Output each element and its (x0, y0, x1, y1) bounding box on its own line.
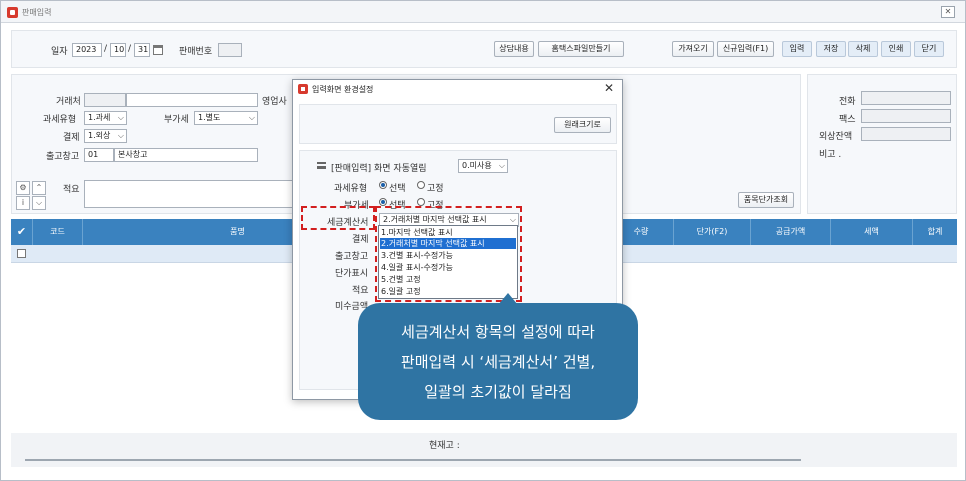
title-bar: 판매입력 ✕ (1, 1, 965, 23)
vat-fixed-radio[interactable] (417, 198, 425, 206)
horizontal-scrollbar[interactable] (25, 459, 801, 461)
month-input[interactable]: 10 (110, 43, 126, 57)
dlg-tax-type-label: 과세유형 (334, 184, 368, 194)
customer-name-input[interactable] (126, 93, 258, 107)
hometax-file-button[interactable]: 홈택스파일만들기 (538, 41, 624, 57)
dlg-memo-label: 적요 (352, 286, 369, 296)
fax-label: 팩스 (839, 115, 856, 125)
auto-open-select[interactable]: 0.미사용 ⌵ (458, 159, 508, 173)
consult-button[interactable]: 상담내용 (494, 41, 534, 57)
callout-line: 세금계산서 항목의 설정에 따라 (401, 323, 595, 341)
sale-no-label: 판매번호 (179, 47, 213, 57)
dialog-top-panel: 원래크기로 (299, 104, 617, 144)
list-icon (317, 162, 326, 169)
input-button[interactable]: 입력 (782, 41, 812, 57)
restore-size-button[interactable]: 원래크기로 (554, 117, 611, 133)
date-sep: / (104, 44, 108, 54)
chevron-down-icon: ⌵ (248, 113, 255, 122)
warehouse-code-input[interactable]: 01 (84, 148, 114, 162)
tax-type-fixed-radio[interactable] (417, 181, 425, 189)
dlg-warehouse-label: 출고창고 (335, 252, 369, 262)
memo-label: 적요 (63, 185, 80, 195)
vat-select-radio[interactable] (379, 198, 387, 206)
warehouse-name-input[interactable]: 본사창고 (114, 148, 258, 162)
chevron-down-icon: ⌵ (117, 113, 124, 122)
tax-type-label: 과세유형 (43, 115, 77, 125)
footer-panel: 현재고 : (11, 433, 957, 467)
tax-type-select[interactable]: 1.과세 ⌵ (84, 111, 127, 125)
callout-line: 판매입력 시 ‘세금계산서’ 건별, (400, 353, 596, 371)
memo-input[interactable] (84, 180, 294, 208)
new-entry-button[interactable]: 신규입력(F1) (717, 41, 774, 57)
dialog-title-bar: 입력화면 환경설정 ✕ (293, 80, 622, 98)
settle-value: 1.외상 (88, 131, 111, 140)
customer-label: 거래처 (56, 97, 81, 107)
item-price-button[interactable]: 품목단가조회 (738, 192, 794, 208)
calendar-icon[interactable] (153, 45, 163, 55)
callout-line: 일괄의 초기값이 달라짐 (424, 383, 572, 401)
save-button[interactable]: 저장 (816, 41, 846, 57)
highlight-invoice-label (301, 206, 375, 230)
chevron-down-icon: ⌵ (498, 161, 505, 170)
row-checkbox[interactable] (17, 249, 26, 258)
tax-type-value: 1.과세 (88, 113, 111, 122)
chevron-up-icon[interactable]: ⌃ (32, 181, 46, 195)
warehouse-label: 출고창고 (46, 152, 80, 162)
vat-label: 부가세 (164, 115, 189, 125)
date-label: 일자 (51, 47, 68, 57)
app-logo-icon (298, 84, 308, 94)
phone-label: 전화 (839, 97, 856, 107)
highlight-invoice-dropdown (375, 206, 522, 302)
auto-open-value: 0.미사용 (462, 161, 492, 170)
vat-value: 1.별도 (198, 113, 221, 122)
col-tax[interactable]: 세액 (831, 219, 913, 245)
import-button[interactable]: 가져오기 (672, 41, 714, 57)
window-close-icon[interactable]: ✕ (941, 6, 955, 18)
stock-label: 현재고 : (429, 441, 460, 451)
day-input[interactable]: 31 (134, 43, 150, 57)
dlg-price-display-label: 단가표시 (335, 269, 369, 279)
callout-bubble: 세금계산서 항목의 설정에 따라 판매입력 시 ‘세금계산서’ 건별, 일괄의 … (358, 293, 638, 420)
col-supply-amount[interactable]: 공급가액 (751, 219, 831, 245)
settle-label: 결제 (63, 133, 80, 143)
year-input[interactable]: 2023 (72, 43, 102, 57)
print-button[interactable]: 인쇄 (881, 41, 911, 57)
gear-icon[interactable]: ⚙ (16, 181, 30, 195)
col-code[interactable]: 코드 (33, 219, 83, 245)
close-button[interactable]: 닫기 (914, 41, 944, 57)
date-sep: / (128, 44, 132, 54)
customer-code-input[interactable] (84, 93, 126, 107)
radio-fixed-label: 고정 (427, 184, 444, 194)
info-icon[interactable]: i (16, 196, 30, 210)
dlg-settle-label: 결제 (352, 235, 369, 245)
close-icon[interactable]: ✕ (604, 81, 614, 95)
select-all-check-icon[interactable]: ✔ (11, 219, 33, 245)
delete-button[interactable]: 삭제 (848, 41, 878, 57)
note-label: 비고 . (819, 150, 842, 160)
tax-type-select-radio[interactable] (379, 181, 387, 189)
sale-no-input[interactable] (218, 43, 242, 57)
main-window: 판매입력 ✕ 일자 2023 / 10 / 31 판매번호 상담내용 홈택스파일… (0, 0, 966, 481)
chevron-down-icon[interactable]: ⌵ (32, 196, 46, 210)
app-logo-icon (7, 7, 18, 18)
col-total[interactable]: 합계 (913, 219, 957, 245)
balance-label: 외상잔액 (819, 132, 853, 142)
window-title: 판매입력 (22, 8, 52, 17)
settle-select[interactable]: 1.외상 ⌵ (84, 129, 127, 143)
sales-rep-label: 영업사 (262, 97, 287, 107)
auto-open-label: [판매입력] 화면 자동열림 (331, 164, 427, 174)
vat-select[interactable]: 1.별도 ⌵ (194, 111, 258, 125)
col-unit-price[interactable]: 단가(F2) (674, 219, 751, 245)
chevron-down-icon: ⌵ (117, 131, 124, 140)
phone-input[interactable] (861, 91, 951, 105)
dialog-title: 입력화면 환경설정 (312, 85, 374, 94)
fax-input[interactable] (861, 109, 951, 123)
balance-input (861, 127, 951, 141)
radio-select-label: 선택 (389, 184, 406, 194)
